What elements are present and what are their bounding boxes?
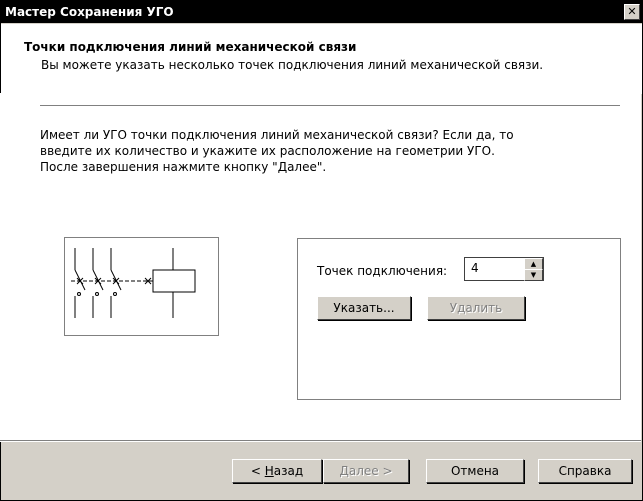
points-count-stepper[interactable]: 4 ▲ ▼ — [464, 257, 544, 281]
next-button[interactable]: Далее > — [323, 459, 409, 483]
back-accelerator: Н — [264, 464, 274, 478]
description-line: введите их количество и укажите их распо… — [40, 144, 495, 158]
specify-button[interactable]: Указать... — [317, 296, 411, 320]
description-line: Имеет ли УГО точки подключения линий мех… — [40, 128, 514, 142]
title-bar: Мастер Сохранения УГО ✕ — [1, 1, 642, 23]
description-text: Имеет ли УГО точки подключения линий мех… — [40, 127, 620, 175]
help-button[interactable]: Справка — [538, 459, 632, 483]
step-subtitle: Вы можете указать несколько точек подклю… — [41, 58, 544, 72]
contactor-symbol-icon — [71, 248, 196, 318]
description-line: После завершения нажмите кнопку "Далее". — [40, 160, 327, 174]
back-prefix: < — [250, 464, 265, 478]
back-button[interactable]: < Назад — [232, 459, 322, 483]
back-label: азад — [273, 464, 304, 478]
delete-button[interactable]: Удалить — [427, 296, 525, 320]
spin-down-icon[interactable]: ▼ — [524, 269, 543, 281]
points-count-label: Точек подключения: — [317, 264, 448, 278]
window-title: Мастер Сохранения УГО — [5, 5, 174, 19]
close-icon: ✕ — [627, 5, 637, 18]
wizard-header: Точки подключения линий механической свя… — [1, 24, 642, 94]
close-button[interactable]: ✕ — [624, 4, 640, 20]
points-count-value[interactable]: 4 — [471, 261, 479, 275]
header-separator — [40, 105, 620, 107]
step-title: Точки подключения линий механической свя… — [24, 40, 357, 54]
footer-separator — [0, 440, 641, 442]
symbol-preview — [64, 237, 219, 336]
cancel-button[interactable]: Отмена — [426, 459, 524, 483]
